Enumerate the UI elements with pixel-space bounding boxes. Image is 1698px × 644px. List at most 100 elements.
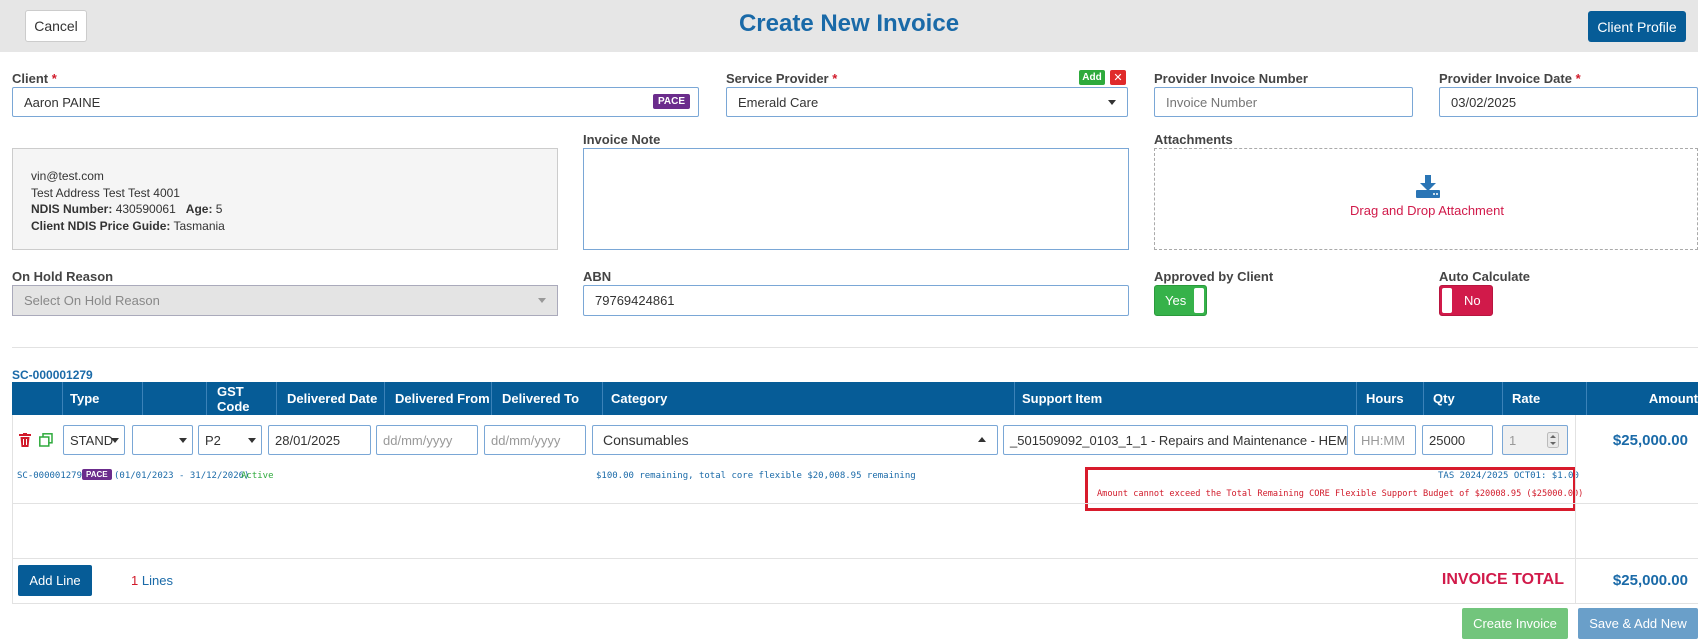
category-value: Consumables: [603, 432, 689, 448]
support-item-value: _501509092_0103_1_1 - Repairs and Mainte…: [1010, 432, 1348, 448]
client-profile-button[interactable]: Client Profile: [1588, 11, 1686, 42]
delivered-date-value: 28/01/2025: [275, 432, 341, 448]
lines-count: 1 Lines: [131, 573, 173, 588]
delivered-to-placeholder: dd/mm/yyyy: [491, 432, 561, 448]
page-header: Cancel Create New Invoice Client Profile: [0, 0, 1698, 52]
col-type: Type: [62, 382, 142, 415]
client-pace-badge: PACE: [653, 94, 691, 109]
auto-calc-label: Auto Calculate: [1439, 269, 1531, 284]
stepper-icon[interactable]: [1547, 432, 1559, 448]
add-line-button[interactable]: Add Line: [18, 565, 92, 596]
invoice-number-input[interactable]: [1154, 87, 1413, 117]
client-select[interactable]: Aaron PAINE: [12, 87, 699, 117]
age-label: Age:: [185, 202, 213, 216]
row-divider: [12, 603, 1698, 604]
provider-invoice-number-label: Provider Invoice Number: [1154, 71, 1308, 86]
trash-icon[interactable]: [19, 433, 31, 447]
invoice-note-textarea[interactable]: [583, 148, 1129, 250]
col-support-item: Support Item: [1014, 382, 1356, 415]
page-title: Create New Invoice: [738, 10, 960, 37]
drop-text: Drag and Drop Attachment: [1350, 203, 1504, 218]
abn-value: 79769424861: [595, 293, 675, 308]
invoice-note-label: Invoice Note: [583, 132, 661, 147]
rate-value: 1: [1509, 432, 1517, 448]
chevron-down-icon: [1108, 100, 1116, 105]
client-price-guide-row: Client NDIS Price Guide: Tasmania: [31, 218, 539, 235]
invoice-date-value: 03/02/2025: [1451, 94, 1517, 110]
row-divider: [12, 503, 1698, 504]
hours-input[interactable]: HH:MM: [1354, 425, 1416, 455]
on-hold-placeholder: Select On Hold Reason: [24, 293, 160, 308]
chevron-down-icon: [111, 438, 119, 443]
approved-label: Approved by Client: [1154, 269, 1274, 284]
on-hold-select[interactable]: Select On Hold Reason: [12, 285, 558, 316]
client-ndis-row: NDIS Number: 430590061 Age: 5: [31, 201, 539, 218]
service-provider-select[interactable]: Emerald Care: [726, 87, 1128, 117]
table-left-border: [12, 415, 13, 603]
col-gst: GST Code: [206, 382, 276, 415]
row-divider: [12, 558, 1698, 559]
sub-status: Active: [241, 471, 274, 481]
abn-input[interactable]: 79769424861: [583, 285, 1129, 316]
service-provider-value: Emerald Care: [738, 94, 819, 110]
chevron-down-icon: [179, 438, 187, 443]
age-value: 5: [215, 202, 223, 216]
price-guide-value: Tasmania: [173, 218, 225, 233]
provider-invoice-date-label: Provider Invoice Date *: [1439, 71, 1581, 86]
delivered-date-input[interactable]: 28/01/2025: [268, 425, 371, 455]
create-invoice-button[interactable]: Create Invoice: [1462, 608, 1568, 639]
add-provider-button[interactable]: Add: [1079, 70, 1105, 85]
service-contract-link[interactable]: SC-000001279: [12, 368, 93, 382]
client-address: Test Address Test Test 4001: [31, 185, 180, 200]
client-email: vin@test.com: [31, 169, 104, 183]
attachment-dropzone[interactable]: Drag and Drop Attachment: [1154, 148, 1698, 250]
download-icon: [1416, 175, 1440, 198]
col-hours: Hours: [1356, 382, 1423, 415]
approved-toggle[interactable]: Yes: [1154, 285, 1207, 316]
sub-sc-number: SC-000001279: [17, 471, 83, 481]
client-value: Aaron PAINE: [24, 94, 101, 110]
row-amount: $25,000.00: [1612, 432, 1688, 449]
category-select[interactable]: Consumables: [592, 425, 998, 455]
toggle-knob: [1442, 288, 1452, 313]
col-delivered-date: Delivered Date: [276, 382, 384, 415]
col-blank: [142, 382, 206, 415]
on-hold-label: On Hold Reason: [12, 269, 114, 284]
approved-state: Yes: [1165, 293, 1187, 308]
hours-placeholder: HH:MM: [1361, 432, 1406, 448]
error-highlight-box: [1085, 467, 1576, 511]
remove-provider-button[interactable]: ✕: [1110, 70, 1126, 85]
col-delivered-to: Delivered To: [491, 382, 602, 415]
lines-count-label: Lines: [141, 573, 173, 588]
amount-column-border: [1575, 415, 1576, 603]
invoice-total-value: $25,000.00: [1612, 572, 1688, 589]
invoice-date-input[interactable]: 03/02/2025: [1439, 87, 1698, 117]
delivered-from-input[interactable]: dd/mm/yyyy: [376, 425, 478, 455]
ndis-number-label: NDIS Number:: [31, 202, 113, 216]
auto-calc-toggle[interactable]: No: [1439, 285, 1493, 316]
lines-count-number: 1: [131, 573, 139, 588]
invoice-total-label: INVOICE TOTAL: [1441, 571, 1564, 588]
section-divider: [12, 347, 1698, 348]
abn-label: ABN: [583, 269, 612, 284]
chevron-up-icon: [978, 437, 986, 442]
support-item-input[interactable]: _501509092_0103_1_1 - Repairs and Mainte…: [1003, 425, 1348, 455]
price-guide-label: Client NDIS Price Guide:: [31, 218, 171, 233]
ndis-number-value: 430590061: [115, 202, 176, 216]
auto-calc-state: No: [1464, 293, 1481, 308]
col-qty: Qty: [1423, 382, 1502, 415]
copy-icon[interactable]: [39, 433, 53, 447]
col-amount-label: Amount: [1648, 391, 1698, 406]
sub-pace-badge: PACE: [82, 469, 112, 480]
type-value: STAND: [70, 432, 114, 448]
client-label: Client *: [12, 71, 57, 86]
col-category: Category: [602, 382, 1014, 415]
qty-input[interactable]: 25000: [1422, 425, 1493, 455]
attachments-label: Attachments: [1154, 132, 1233, 147]
service-provider-label: Service Provider *: [726, 71, 838, 86]
delivered-to-input[interactable]: dd/mm/yyyy: [484, 425, 586, 455]
col-amount: Amount: [1586, 382, 1698, 415]
client-info-panel: vin@test.com Test Address Test Test 4001…: [12, 148, 558, 250]
qty-value: 25000: [1429, 432, 1466, 448]
save-and-add-new-button[interactable]: Save & Add New: [1578, 608, 1698, 639]
